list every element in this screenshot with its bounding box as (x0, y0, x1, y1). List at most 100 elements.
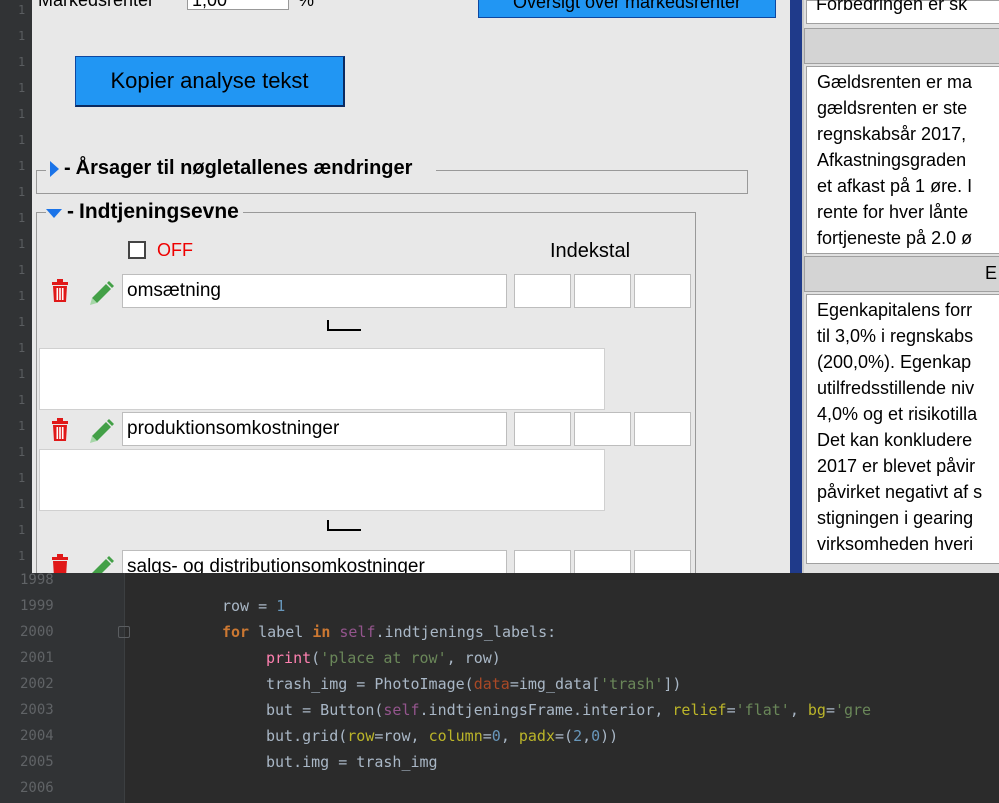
code-token: , (789, 701, 808, 719)
toggle-checkbox[interactable] (128, 241, 146, 259)
copy-analysis-text-button[interactable]: Kopier analyse tekst (75, 56, 345, 107)
analysis-text-block: Egenkapitalens forr til 3,0% i regnskabs… (806, 294, 999, 564)
analysis-text-line: regnskabsår 2017, (817, 124, 967, 144)
code-token: in (312, 623, 340, 641)
dash: - (64, 157, 71, 179)
code-token: =row, (374, 727, 429, 745)
code-token: row = (222, 597, 277, 615)
analysis-text-area[interactable] (39, 348, 605, 410)
analysis-text-line: et afkast på 1 øre. I (817, 176, 973, 196)
analysis-text-line: Det kan konkludere (817, 430, 973, 450)
code-token: label (258, 623, 313, 641)
line-number: 1998 (20, 572, 54, 588)
resize-grip-icon[interactable] (327, 520, 361, 532)
analysis-header (804, 28, 999, 64)
code-token: 'place at row' (320, 649, 447, 667)
analysis-text-line: stigningen i gearing (817, 508, 974, 528)
analysis-text-line: rente for hver lånte (817, 202, 969, 222)
code-line[interactable]: print('place at row', row) (266, 649, 501, 667)
analysis-text-line: virksomheden hveri (817, 534, 974, 554)
pencil-icon[interactable] (88, 553, 116, 573)
earnings-section-header[interactable]: - Indtjeningsevne (46, 200, 243, 224)
code-token: row (347, 727, 375, 745)
market-rates-overview-button[interactable]: Oversigt over markedsrenter (478, 0, 776, 18)
analysis-text-block: Gældsrenten er ma gældsrenten er ste reg… (806, 66, 999, 254)
frame-border (36, 170, 46, 171)
index-cell[interactable] (574, 412, 631, 446)
row-label-entry[interactable]: omsætning (122, 274, 507, 308)
code-line[interactable]: but.grid(row=row, column=0, padx=(2,0)) (266, 727, 618, 745)
line-number: 1999 (20, 598, 54, 614)
dash: - (67, 200, 74, 223)
market-rate-value: 1,00 (192, 0, 228, 10)
code-token: ( (311, 649, 321, 667)
analysis-header: E (804, 256, 999, 292)
code-token: 'gre (834, 701, 872, 719)
analysis-text-area[interactable] (39, 449, 605, 511)
trash-icon[interactable] (50, 279, 70, 303)
expand-icon[interactable] (50, 160, 59, 177)
index-cell[interactable] (574, 274, 631, 308)
code-token: bg (807, 701, 826, 719)
earnings-section-title: Indtjeningsevne (79, 200, 239, 223)
code-token: column (428, 727, 483, 745)
code-token: print (266, 649, 312, 667)
market-rate-input[interactable]: 1,00 (187, 0, 289, 10)
index-cell[interactable] (634, 550, 691, 573)
code-token: 'trash' (600, 675, 664, 693)
collapse-icon[interactable] (46, 209, 62, 218)
code-token: = (825, 701, 835, 719)
code-token: self (383, 701, 420, 719)
code-line[interactable]: but.img = trash_img (266, 753, 438, 771)
causes-section-header[interactable]: - Årsager til nøgletallenes ændringer (50, 157, 417, 180)
code-line[interactable]: for label in self.indtjenings_labels: (222, 623, 556, 641)
line-number: 2005 (20, 754, 54, 770)
analysis-text-line: 4,0% og et risikotilla (817, 404, 978, 424)
code-token: for (222, 623, 259, 641)
code-token: .indtjeningsFrame.interior, (419, 701, 673, 719)
code-token: trash_img = PhotoImage( (266, 675, 474, 693)
code-token: =img_data[ (509, 675, 601, 693)
pencil-icon[interactable] (88, 416, 116, 444)
index-cell[interactable] (634, 412, 691, 446)
code-line[interactable]: trash_img = PhotoImage(data=img_data['tr… (266, 675, 681, 693)
index-cell[interactable] (514, 550, 571, 573)
index-header: Indekstal (550, 240, 631, 262)
code-token: but.grid( (266, 727, 348, 745)
percent-label: % (298, 0, 315, 10)
index-cell[interactable] (574, 550, 631, 573)
code-token: 0 (491, 727, 501, 745)
resize-grip-icon[interactable] (327, 320, 361, 332)
pane-divider[interactable] (790, 0, 802, 573)
causes-section-title: Årsager til nøgletallenes ændringer (75, 157, 413, 179)
line-number: 2006 (20, 780, 54, 796)
index-cell[interactable] (514, 274, 571, 308)
index-cell[interactable] (634, 274, 691, 308)
code-token: but.img = trash_img (266, 753, 438, 771)
analysis-text-line: Afkastningsgraden (817, 150, 967, 170)
analysis-text-line: 2017 er blevet påvir (817, 456, 976, 476)
index-cell[interactable] (514, 412, 571, 446)
code-line[interactable]: but = Button(self.indtjeningsFrame.inter… (266, 701, 871, 719)
market-rate-label: Markedsrenter (38, 0, 155, 10)
code-token: 0 (591, 727, 601, 745)
analysis-output-pane: Forbedringen er sk Gældsrenten er ma gæl… (802, 0, 999, 573)
analysis-text-line: Gældsrenten er ma (817, 72, 973, 92)
code-token: ]) (663, 675, 682, 693)
analysis-text-line: til 3,0% i regnskabs (817, 326, 974, 346)
row-label-entry[interactable]: produktionsomkostninger (122, 412, 507, 446)
pencil-icon[interactable] (88, 278, 116, 306)
trash-icon[interactable] (50, 418, 70, 442)
code-line[interactable]: row = 1 (222, 597, 285, 615)
analysis-text-line: fortjeneste på 2.0 ø (817, 228, 973, 248)
trash-icon[interactable] (50, 554, 70, 573)
fold-icon[interactable] (118, 626, 130, 638)
analysis-text-line: påvirket negativt af s (817, 482, 983, 502)
code-token: = (482, 727, 492, 745)
line-number: 2002 (20, 676, 54, 692)
analysis-text-line: utilfredsstillende niv (817, 378, 975, 398)
analysis-text-line: gældsrenten er ste (817, 98, 968, 118)
code-token: , (582, 727, 592, 745)
row-label-entry[interactable]: salgs- og distributionsomkostninger (122, 550, 507, 573)
code-token: , (500, 727, 519, 745)
